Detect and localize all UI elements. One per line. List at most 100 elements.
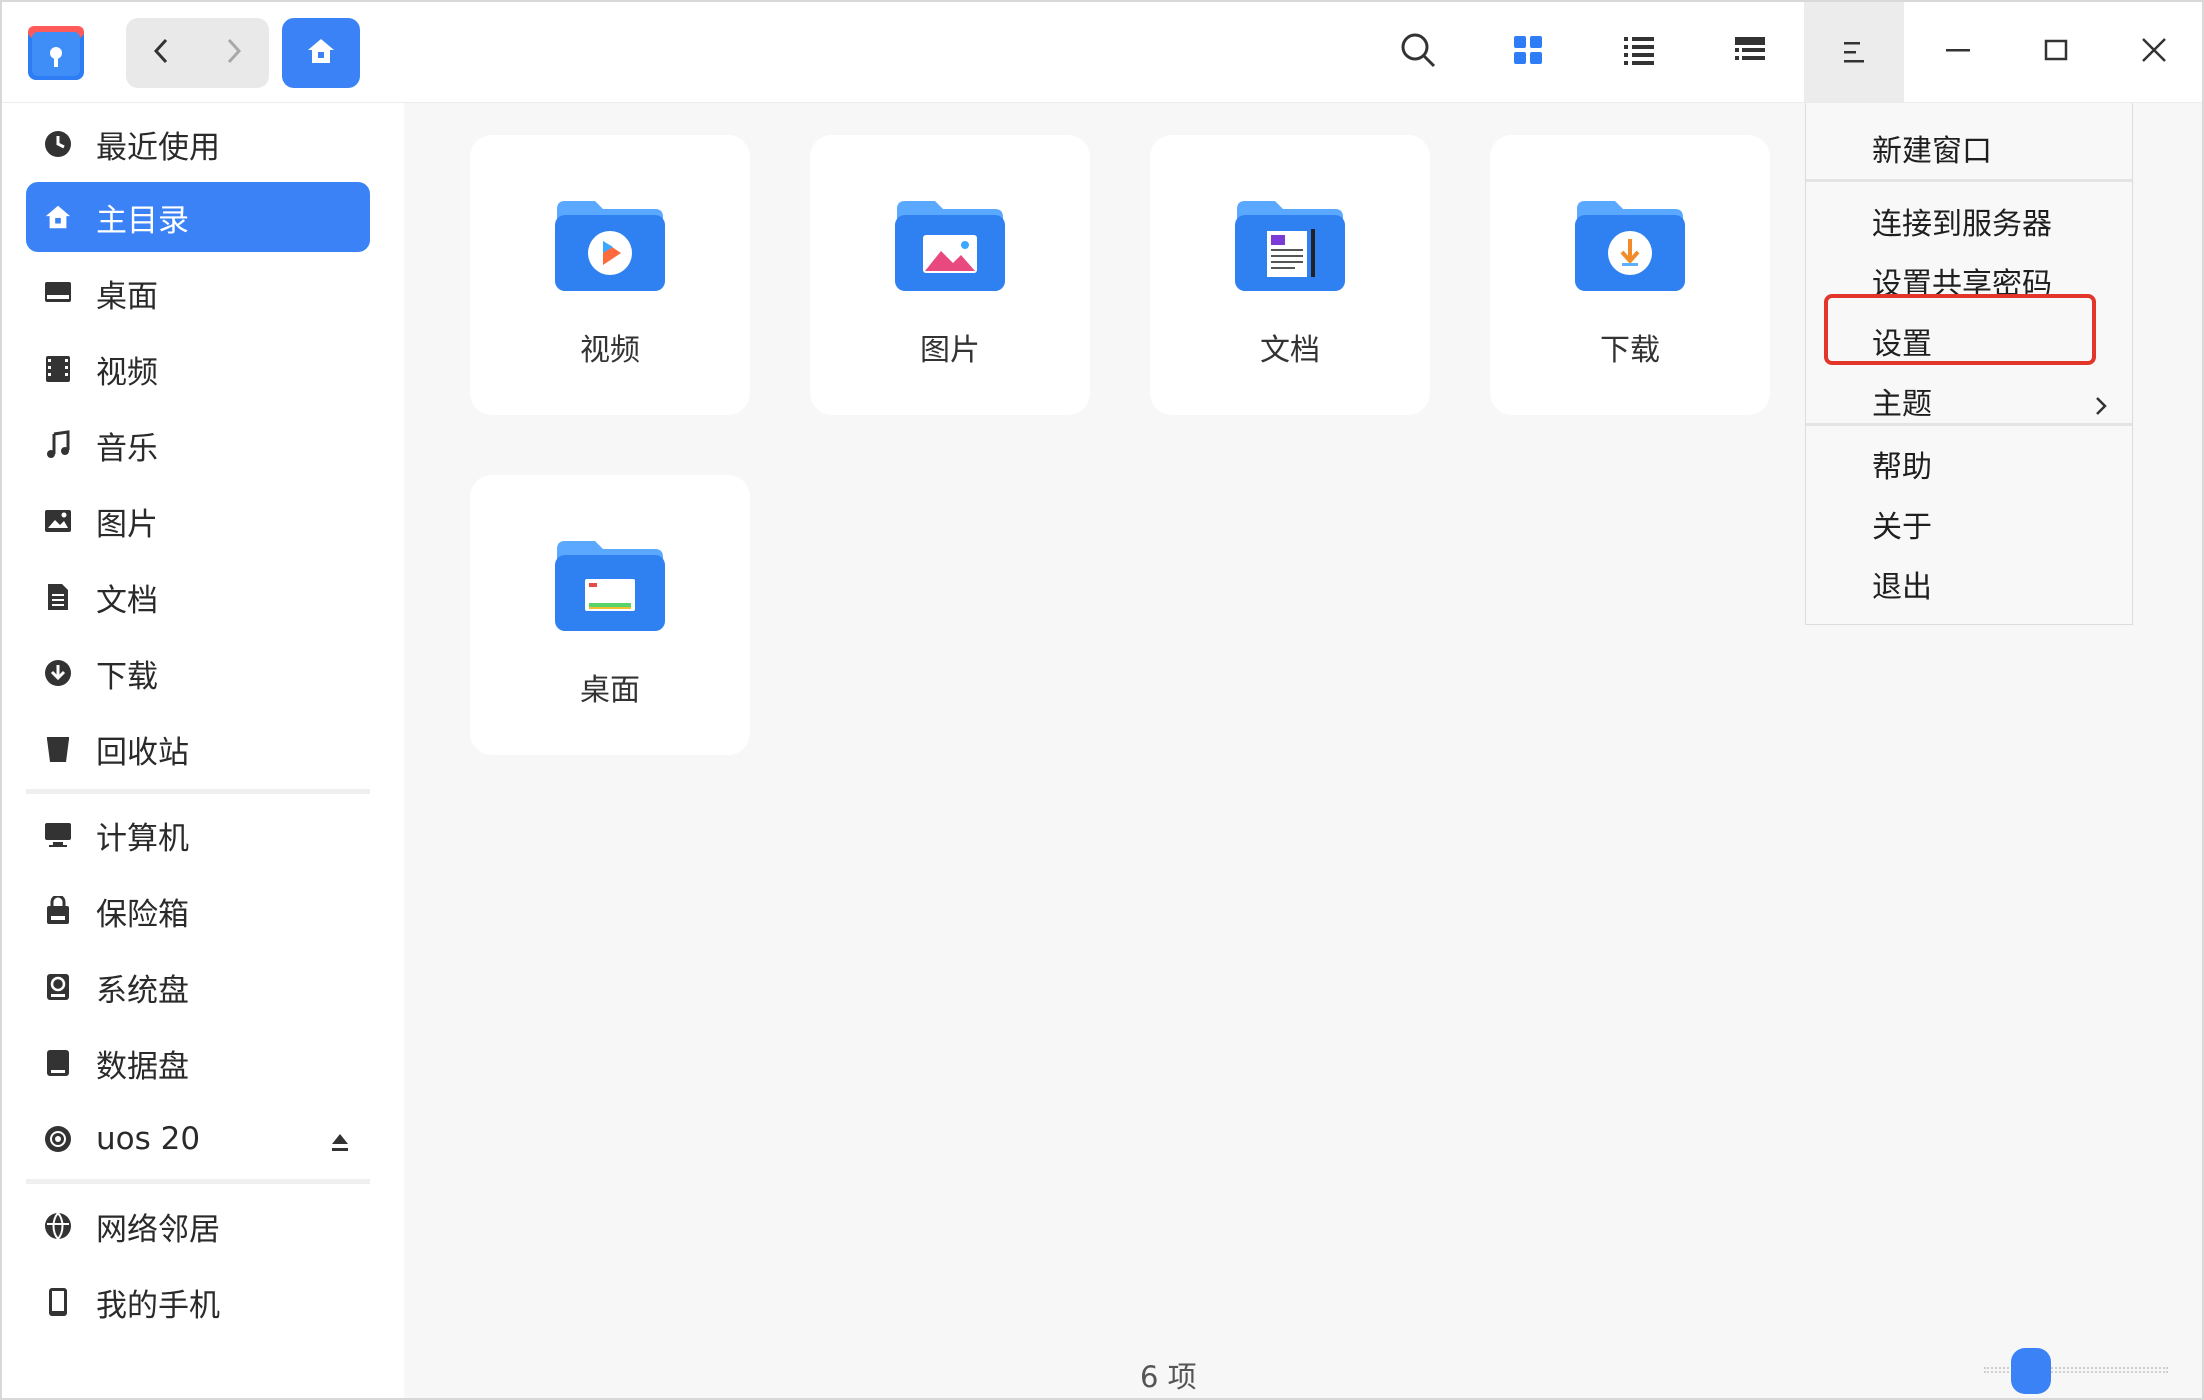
- file-manager-window: 最近使用 主目录 桌面 视频 音乐 图片 文档 下载 回收站 计算机 保险箱 系…: [0, 0, 2204, 1400]
- desktop-folder-icon: [553, 535, 667, 635]
- sidebar: 最近使用 主目录 桌面 视频 音乐 图片 文档 下载 回收站 计算机 保险箱 系…: [2, 103, 404, 1398]
- title-bar: [2, 2, 2202, 103]
- computer-icon: [40, 817, 76, 853]
- back-button[interactable]: [126, 18, 198, 88]
- menu-item-new-window[interactable]: 新建窗口: [1806, 119, 2132, 177]
- sidebar-item-desktop[interactable]: 桌面: [26, 258, 370, 328]
- network-icon: [40, 1208, 76, 1244]
- menu-item-help[interactable]: 帮助: [1806, 435, 2132, 493]
- film-icon: [40, 351, 76, 387]
- sidebar-item-label: 回收站: [96, 734, 189, 771]
- settings-highlight-box: [1824, 294, 2096, 365]
- menu-separator: [1806, 179, 2132, 182]
- phone-icon: [40, 1284, 76, 1320]
- search-button[interactable]: [1390, 24, 1446, 80]
- picture-icon: [40, 503, 76, 539]
- chevron-right-icon: [2094, 390, 2108, 425]
- music-note-icon: [40, 427, 76, 463]
- file-manager-logo-icon: [24, 20, 88, 84]
- forward-button[interactable]: [198, 18, 270, 88]
- sidebar-item-label: 下载: [96, 658, 158, 695]
- sidebar-item-label: 主目录: [96, 202, 189, 239]
- sidebar-item-label: 文档: [96, 582, 158, 619]
- sidebar-item-phone[interactable]: 我的手机: [26, 1267, 370, 1337]
- sidebar-item-label: uos 20: [96, 1121, 201, 1157]
- documents-folder-icon: [1233, 195, 1347, 295]
- sidebar-item-label: 桌面: [96, 278, 158, 315]
- document-icon: [40, 579, 76, 615]
- sidebar-item-safe[interactable]: 保险箱: [26, 876, 370, 946]
- eject-icon[interactable]: [330, 1126, 350, 1162]
- home-button[interactable]: [282, 18, 360, 88]
- sidebar-item-system-disk[interactable]: 系统盘: [26, 952, 370, 1022]
- sidebar-item-pictures[interactable]: 图片: [26, 486, 370, 556]
- sidebar-item-label: 我的手机: [96, 1287, 220, 1324]
- sidebar-item-videos[interactable]: 视频: [26, 334, 370, 404]
- maximize-button[interactable]: [2028, 24, 2084, 80]
- close-button[interactable]: [2126, 24, 2182, 80]
- safe-icon: [40, 893, 76, 929]
- data-disk-icon: [40, 1045, 76, 1081]
- video-folder-icon: [553, 195, 667, 295]
- sidebar-item-label: 计算机: [96, 820, 189, 857]
- sidebar-item-recent[interactable]: 最近使用: [26, 109, 370, 179]
- menu-item-label: 主题: [1872, 387, 1932, 422]
- sidebar-item-label: 音乐: [96, 430, 158, 467]
- menu-item-connect-server[interactable]: 连接到服务器: [1806, 192, 2132, 250]
- folder-label: 下载: [1600, 333, 1660, 368]
- tree-view-icon: [1733, 34, 1767, 70]
- sidebar-item-data-disk[interactable]: 数据盘: [26, 1028, 370, 1098]
- icon-size-slider-handle[interactable]: [2010, 1348, 2051, 1394]
- downloads-folder-icon: [1573, 195, 1687, 295]
- sidebar-item-home[interactable]: 主目录: [26, 182, 370, 252]
- clock-icon: [40, 126, 76, 162]
- menu-item-theme[interactable]: 主题: [1806, 372, 2132, 430]
- sidebar-item-downloads[interactable]: 下载: [26, 638, 370, 708]
- menu-item-exit[interactable]: 退出: [1806, 555, 2132, 613]
- menu-separator: [1806, 423, 2132, 426]
- chevron-right-icon: [221, 36, 245, 70]
- download-icon: [40, 655, 76, 691]
- home-icon: [305, 36, 337, 70]
- navigation-buttons: [126, 18, 269, 88]
- folder-label: 图片: [920, 333, 980, 368]
- home-icon: [40, 199, 76, 235]
- pictures-folder-icon: [893, 195, 1007, 295]
- folder-label: 桌面: [580, 673, 640, 708]
- folder-tile-documents[interactable]: 文档: [1150, 135, 1430, 415]
- sidebar-item-computer[interactable]: 计算机: [26, 800, 370, 870]
- close-icon: [2140, 36, 2168, 68]
- sidebar-item-music[interactable]: 音乐: [26, 410, 370, 480]
- sidebar-item-label: 图片: [96, 506, 158, 543]
- maximize-icon: [2042, 36, 2070, 68]
- sidebar-item-label: 数据盘: [96, 1048, 189, 1085]
- sidebar-item-uos-disc[interactable]: uos 20: [26, 1104, 370, 1174]
- sidebar-item-label: 最近使用: [96, 129, 220, 166]
- sidebar-item-label: 视频: [96, 354, 158, 391]
- sidebar-divider: [26, 789, 370, 794]
- folder-tile-videos[interactable]: 视频: [470, 135, 750, 415]
- folder-label: 视频: [580, 333, 640, 368]
- menu-item-about[interactable]: 关于: [1806, 495, 2132, 553]
- sidebar-item-trash[interactable]: 回收站: [26, 714, 370, 784]
- chevron-left-icon: [150, 36, 174, 70]
- optical-disc-icon: [40, 1121, 76, 1157]
- tree-view-button[interactable]: [1722, 24, 1778, 80]
- sidebar-divider: [26, 1179, 370, 1184]
- folder-label: 文档: [1260, 333, 1320, 368]
- folder-tile-pictures[interactable]: 图片: [810, 135, 1090, 415]
- folder-tile-desktop[interactable]: 桌面: [470, 475, 750, 755]
- search-icon: [1398, 30, 1438, 74]
- trash-icon: [40, 731, 76, 767]
- minimize-button[interactable]: [1930, 24, 1986, 80]
- sidebar-item-label: 保险箱: [96, 896, 189, 933]
- list-view-button[interactable]: [1611, 24, 1667, 80]
- sidebar-item-documents[interactable]: 文档: [26, 562, 370, 632]
- folder-tile-downloads[interactable]: 下载: [1490, 135, 1770, 415]
- grid-view-button[interactable]: [1500, 24, 1556, 80]
- main-menu-button[interactable]: [1804, 2, 1904, 103]
- list-view-icon: [1622, 34, 1656, 70]
- desktop-icon: [40, 275, 76, 311]
- sidebar-item-label: 网络邻居: [96, 1211, 220, 1248]
- sidebar-item-network[interactable]: 网络邻居: [26, 1191, 370, 1261]
